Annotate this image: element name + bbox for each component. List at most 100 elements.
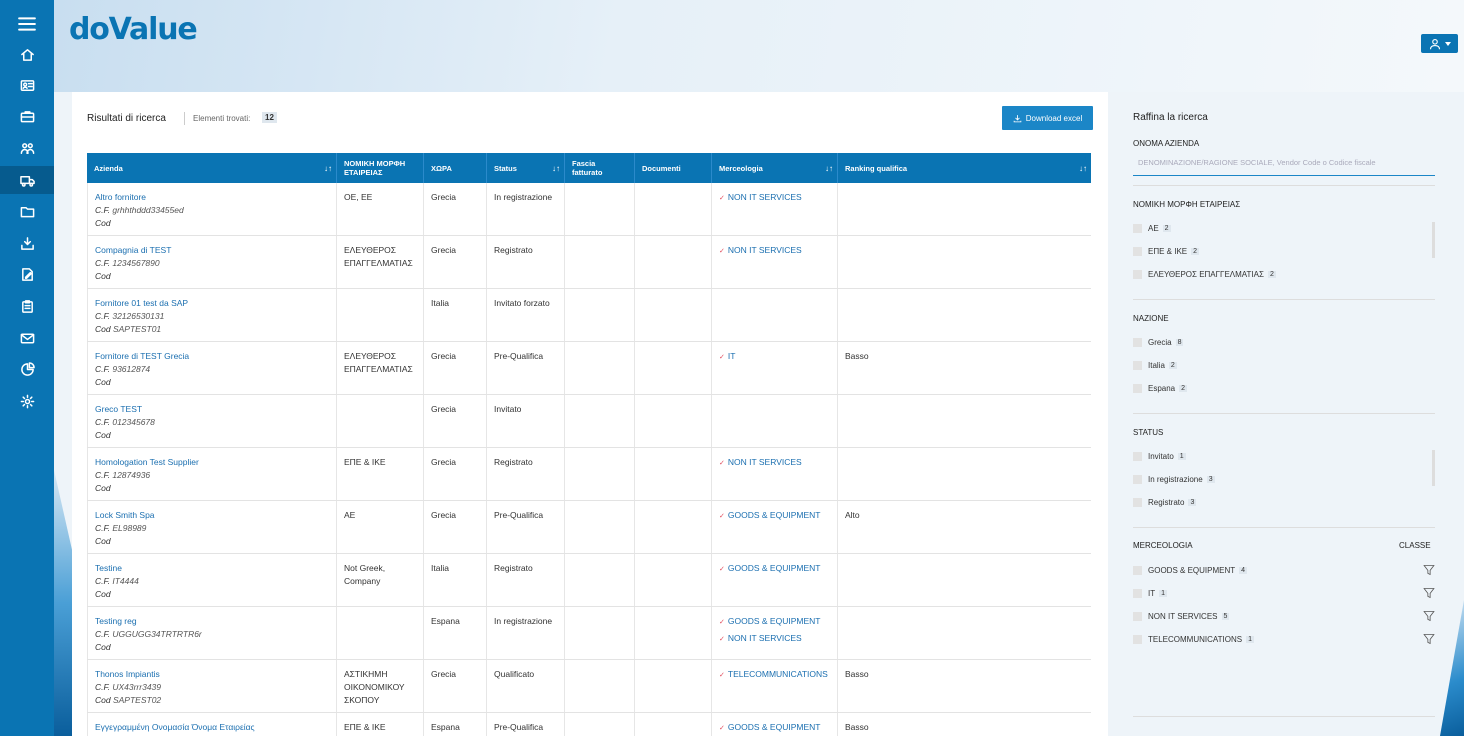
sidebar-item-reports[interactable]: [0, 355, 54, 383]
cell-status: In registrazione: [487, 183, 565, 235]
company-name-link[interactable]: Altro fornitore: [95, 191, 329, 204]
checkbox[interactable]: [1133, 566, 1142, 575]
filter-option[interactable]: Espana 2: [1133, 384, 1188, 393]
checkbox[interactable]: [1133, 612, 1142, 621]
company-name-link[interactable]: Testing reg: [95, 615, 329, 628]
sidebar-item-mail[interactable]: [0, 324, 54, 352]
merceologia-tag[interactable]: ✓ NON IT SERVICES: [719, 632, 830, 646]
brand-logo[interactable]: doValue: [69, 12, 198, 47]
checkbox[interactable]: [1133, 475, 1142, 484]
checkbox[interactable]: [1133, 635, 1142, 644]
checkbox[interactable]: [1133, 247, 1142, 256]
sort-icon[interactable]: ↓↑: [324, 164, 332, 173]
company-name-link[interactable]: Fornitore 01 test da SAP: [95, 297, 329, 310]
fiscal-code-value: EL98989: [112, 523, 147, 533]
company-name-link[interactable]: Fornitore di TEST Grecia: [95, 350, 329, 363]
cell-company: Greco TEST C.F. 012345678 Cod: [87, 395, 337, 447]
sidebar-item-users[interactable]: [0, 134, 54, 162]
sidebar-item-profile[interactable]: [0, 71, 54, 99]
merceologia-label: GOODS & EQUIPMENT: [727, 563, 821, 573]
user-menu-button[interactable]: [1421, 34, 1458, 53]
checkbox[interactable]: [1133, 338, 1142, 347]
merceologia-tag[interactable]: ✓ GOODS & EQUIPMENT: [719, 721, 830, 735]
checkbox[interactable]: [1133, 452, 1142, 461]
merceologia-tag[interactable]: ✓ NON IT SERVICES: [719, 191, 830, 205]
company-name-link[interactable]: Thonos Impiantis: [95, 668, 329, 681]
divider: [1133, 716, 1435, 717]
company-fiscal-code: C.F. 012345678: [95, 416, 329, 429]
company-name-link[interactable]: Lock Smith Spa: [95, 509, 329, 522]
sidebar-item-downloads[interactable]: [0, 229, 54, 257]
checkbox[interactable]: [1133, 224, 1142, 233]
filter-option[interactable]: GOODS & EQUIPMENT 4: [1133, 566, 1248, 575]
cell-ranking: [838, 448, 1091, 500]
sidebar-item-settings[interactable]: [0, 387, 54, 415]
funnel-icon[interactable]: [1423, 610, 1435, 622]
merceologia-tag[interactable]: ✓ GOODS & EQUIPMENT: [719, 509, 830, 523]
merceologia-tag[interactable]: ✓ GOODS & EQUIPMENT: [719, 562, 830, 576]
filter-option[interactable]: In registrazione 3: [1133, 475, 1215, 484]
legal-form-scrollbar[interactable]: [1432, 222, 1435, 258]
sort-icon[interactable]: ↓↑: [552, 164, 560, 173]
filter-option[interactable]: IT 1: [1133, 589, 1168, 598]
company-name-link[interactable]: Homologation Test Supplier: [95, 456, 329, 469]
funnel-icon[interactable]: [1423, 587, 1435, 599]
filter-option[interactable]: ΕΛΕΥΘΕΡΟΣ ΕΠΑΓΓΕΛΜΑΤΙΑΣ 2: [1133, 270, 1276, 279]
results-title: Risultati di ricerca: [87, 113, 166, 124]
sort-icon[interactable]: ↓↑: [825, 164, 833, 173]
column-header[interactable]: Ranking qualifica ↓↑: [838, 153, 1091, 183]
download-excel-button[interactable]: Download excel: [1002, 106, 1093, 130]
checkbox[interactable]: [1133, 270, 1142, 279]
table-row: Lock Smith Spa C.F. EL98989 Cod ΑΕ Grecia Pr…: [87, 501, 1091, 554]
column-header[interactable]: Merceologia ↓↑: [712, 153, 838, 183]
column-header[interactable]: Azienda ↓↑: [87, 153, 337, 183]
sidebar-item-suppliers[interactable]: [0, 166, 54, 194]
merceologia-tag[interactable]: ✓ GOODS & EQUIPMENT: [719, 615, 830, 629]
checkbox[interactable]: [1133, 361, 1142, 370]
sidebar-item-home[interactable]: [0, 40, 54, 68]
funnel-icon[interactable]: [1423, 633, 1435, 645]
filter-option[interactable]: Invitato 1: [1133, 452, 1186, 461]
company-name-link[interactable]: Testine: [95, 562, 329, 575]
sidebar-item-folders[interactable]: [0, 197, 54, 225]
funnel-icon[interactable]: [1423, 564, 1435, 576]
filter-panel: Raffina la ricerca ONOMA AZIENDA DENOMIN…: [1133, 92, 1435, 736]
cell-revenue-band: [565, 289, 635, 341]
cell-country: Grecia: [424, 395, 487, 447]
merceologia-tag[interactable]: ✓ IT: [719, 350, 830, 364]
merceologia-tag[interactable]: ✓ NON IT SERVICES: [719, 456, 830, 470]
company-name-link[interactable]: Compagnia di TEST: [95, 244, 329, 257]
filter-option[interactable]: NON IT SERVICES 5: [1133, 612, 1230, 621]
checkbox[interactable]: [1133, 589, 1142, 598]
cell-revenue-band: [565, 713, 635, 736]
checkbox[interactable]: [1133, 498, 1142, 507]
sidebar-item-clipboard[interactable]: [0, 292, 54, 320]
filter-option[interactable]: TELECOMMUNICATIONS 1: [1133, 635, 1254, 644]
company-name-link[interactable]: Εγγεγραμμένη Ονομασία Όνομα Εταιρείας: [95, 721, 329, 734]
cell-country: Grecia: [424, 236, 487, 288]
company-fiscal-code: C.F. UGGUGG34TRTRTR6r: [95, 628, 329, 641]
sidebar-item-jobs[interactable]: [0, 102, 54, 130]
filter-option[interactable]: Registrato 3: [1133, 498, 1197, 507]
cell-status: Pre-Qualifica: [487, 501, 565, 553]
sidebar-item-edit[interactable]: [0, 260, 54, 288]
checkbox[interactable]: [1133, 384, 1142, 393]
company-name-link[interactable]: Greco TEST: [95, 403, 329, 416]
merceologia-tag[interactable]: ✓ TELECOMMUNICATIONS: [719, 668, 830, 682]
status-scrollbar[interactable]: [1432, 450, 1435, 486]
fiscal-code-value: UGGUGG34TRTRTR6r: [112, 629, 202, 639]
cell-country: Grecia: [424, 448, 487, 500]
filter-option-count: 2: [1191, 248, 1200, 255]
home-icon: [20, 48, 34, 61]
cell-legal-form: [337, 289, 424, 341]
filter-option[interactable]: ΑΕ 2: [1133, 224, 1171, 233]
merceologia-tag[interactable]: ✓ NON IT SERVICES: [719, 244, 830, 258]
sort-icon[interactable]: ↓↑: [1079, 164, 1087, 173]
column-header[interactable]: Status ↓↑: [487, 153, 565, 183]
filter-option[interactable]: Italia 2: [1133, 361, 1177, 370]
company-search-input[interactable]: DENOMINAZIONE/RAGIONE SOCIALE, Vendor Co…: [1133, 152, 1435, 176]
company-fiscal-code: C.F. 12874936: [95, 469, 329, 482]
filter-option[interactable]: ΕΠΕ & ΙΚΕ 2: [1133, 247, 1200, 256]
filter-option[interactable]: Grecia 8: [1133, 338, 1184, 347]
menu-button[interactable]: [0, 10, 54, 38]
